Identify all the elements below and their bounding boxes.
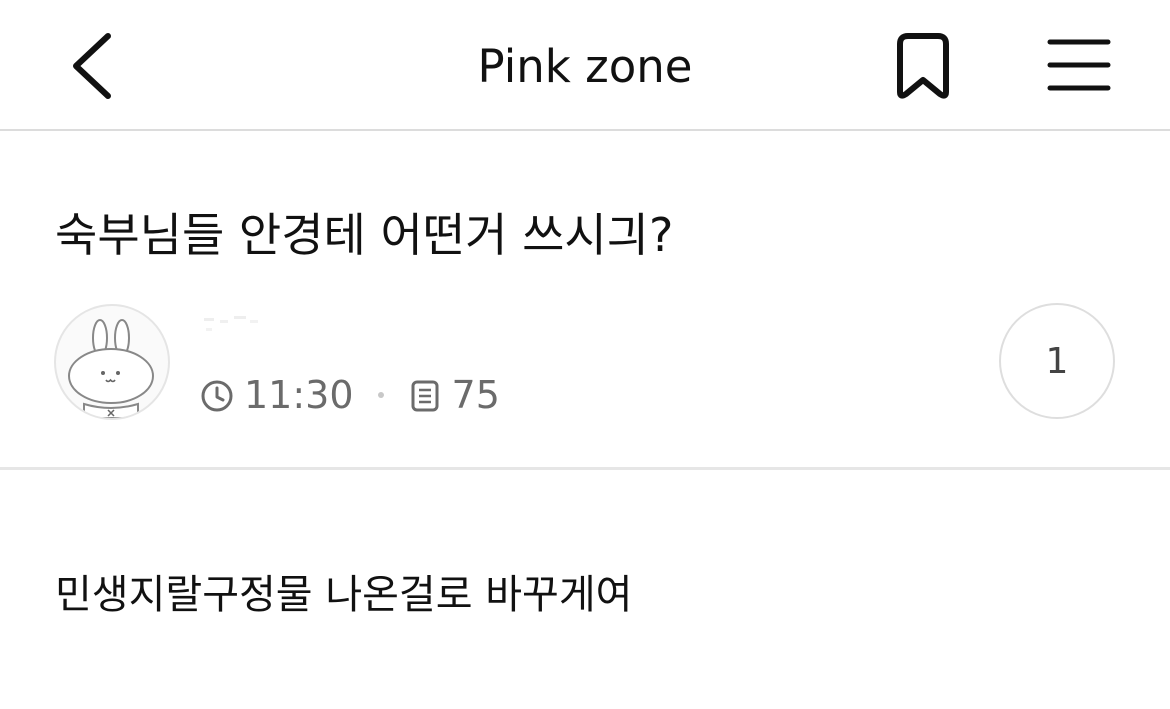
post-body: 민생지랄구정물 나온걸로 바꾸게여: [55, 572, 633, 618]
post-meta: 11:30 75: [200, 372, 500, 418]
top-bar: Pink zone: [0, 0, 1170, 131]
rabbit-avatar-icon: [68, 319, 154, 418]
hamburger-menu-icon: [1047, 39, 1111, 91]
avatar[interactable]: [54, 304, 170, 420]
bookmark-button[interactable]: [890, 30, 956, 102]
page-title: Pink zone: [477, 40, 693, 93]
views-document-icon: [408, 378, 442, 412]
comment-count-button[interactable]: 1: [999, 303, 1115, 419]
post-detail-page: Pink zone 숙부님들 안경테 어떤거 쓰시긔? 11:30 75 1 민…: [0, 0, 1170, 709]
clock-icon: [200, 378, 234, 412]
view-count: 75: [451, 373, 500, 417]
post-time: 11:30: [244, 373, 354, 417]
menu-button[interactable]: [1044, 36, 1114, 96]
divider: [0, 467, 1170, 470]
bookmark-icon: [897, 33, 949, 99]
author-name-redacted: [202, 308, 272, 336]
meta-separator: [377, 392, 384, 398]
comment-count: 1: [1045, 340, 1069, 382]
post-title: 숙부님들 안경테 어떤거 쓰시긔?: [55, 208, 674, 262]
